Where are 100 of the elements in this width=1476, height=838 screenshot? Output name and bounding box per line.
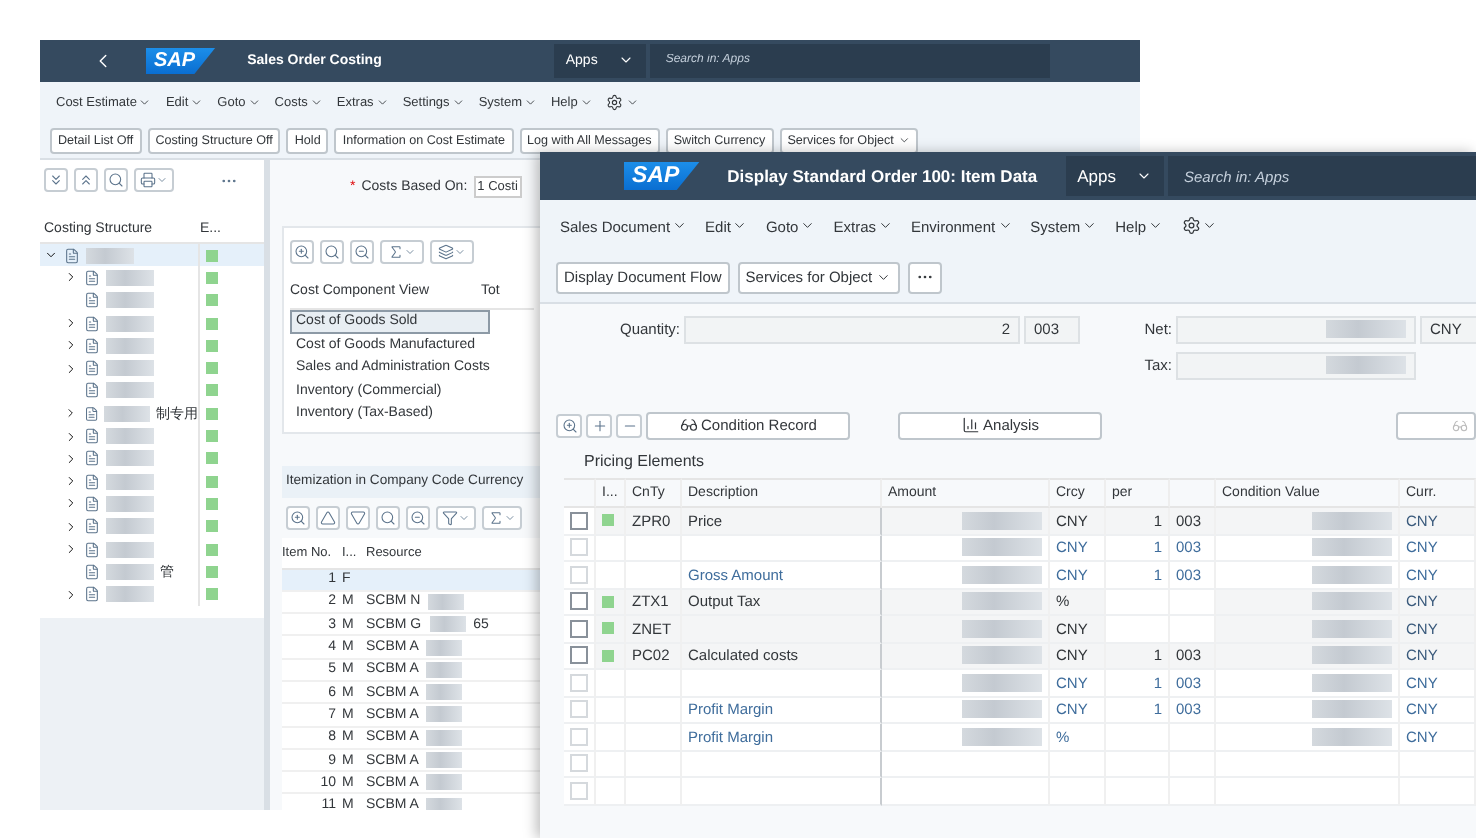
status-square [206, 294, 218, 307]
document-icon [84, 586, 100, 603]
blurred-value [426, 797, 463, 810]
settings-icon [606, 94, 624, 112]
caret-icon [309, 96, 323, 110]
caret-icon [579, 96, 593, 110]
caret-icon [1135, 168, 1152, 184]
tax-field[interactable] [1176, 351, 1416, 379]
status-square [206, 317, 218, 330]
row-checkbox[interactable] [570, 511, 588, 530]
sum-button[interactable] [482, 505, 522, 529]
caret-icon [138, 96, 152, 110]
blurred-value [106, 518, 154, 535]
layout-button[interactable] [430, 239, 474, 263]
status-square [206, 543, 218, 555]
search-button[interactable] [320, 239, 344, 263]
blurred-value [106, 428, 154, 445]
caret-icon [1082, 218, 1098, 234]
search-next-button[interactable] [350, 239, 374, 263]
search-button[interactable] [104, 168, 128, 192]
layers-icon [438, 243, 454, 259]
double-chevron-up-icon [78, 172, 94, 188]
document-icon [84, 450, 100, 467]
row-checkbox[interactable] [570, 646, 588, 665]
settings-menu[interactable] [606, 94, 639, 112]
toolbar-button[interactable] [1396, 411, 1476, 439]
document-icon [84, 495, 100, 512]
blurred-value [104, 405, 150, 422]
more-button[interactable] [907, 261, 942, 293]
plus-icon [591, 417, 607, 433]
sort-up-button[interactable] [316, 505, 340, 529]
blurred-value [106, 382, 154, 399]
document-icon [84, 541, 100, 557]
blurred-value [106, 360, 154, 377]
document-icon [83, 405, 99, 422]
caret-icon [800, 218, 816, 234]
tree-row[interactable] [40, 244, 264, 267]
sort-down-button[interactable] [346, 505, 370, 529]
document-icon [84, 518, 100, 535]
net-field[interactable] [1176, 315, 1416, 343]
caret-icon [504, 511, 516, 523]
blurred-value [962, 538, 1042, 557]
caret-icon [732, 218, 748, 234]
blurred-value [962, 673, 1042, 692]
status-square [206, 249, 218, 262]
blurred-value [962, 700, 1042, 719]
add-button[interactable] [586, 413, 612, 437]
caret-icon [156, 174, 168, 186]
caret-icon [190, 96, 204, 110]
document-icon [84, 315, 100, 332]
remove-button[interactable] [616, 413, 642, 437]
blurred-value [1312, 700, 1392, 719]
caret-icon [897, 134, 911, 148]
blurred-value [106, 315, 154, 332]
search-next-button[interactable] [406, 505, 430, 529]
blurred-value [1312, 646, 1392, 665]
search-icon [324, 243, 340, 259]
blurred-value [106, 450, 154, 467]
zoom-button[interactable] [286, 505, 310, 529]
glasses-icon [1452, 417, 1468, 433]
print-button[interactable] [134, 168, 174, 192]
sum-button[interactable] [380, 239, 424, 263]
zoom-button[interactable] [290, 239, 314, 263]
collapse-all-button[interactable] [74, 168, 98, 192]
zoom-button[interactable] [556, 413, 582, 437]
apps-dropdown[interactable]: Apps [1065, 156, 1164, 196]
document-icon [84, 382, 100, 399]
sigma-icon [388, 243, 404, 259]
row-checkbox[interactable] [570, 619, 588, 638]
triangle-down-icon [350, 509, 366, 525]
blurred-value [962, 592, 1042, 611]
status-square [206, 588, 218, 601]
expand-all-button[interactable] [44, 168, 68, 192]
search-icon [108, 172, 124, 188]
status-square [206, 407, 218, 420]
caret-icon [672, 218, 688, 234]
document-icon [84, 428, 100, 445]
row-checkbox[interactable] [570, 592, 588, 611]
caret-icon [876, 269, 892, 285]
blurred-value [1312, 619, 1392, 638]
double-chevron-down-icon [48, 172, 64, 188]
caret-icon [625, 96, 639, 110]
blurred-value [106, 495, 154, 512]
document-icon [64, 247, 80, 264]
caret-icon [458, 511, 470, 523]
status-square [206, 520, 218, 533]
status-square [206, 475, 218, 488]
caret-icon [523, 96, 537, 110]
blurred-value [426, 706, 463, 723]
blurred-value [1312, 565, 1392, 584]
search-button[interactable] [376, 505, 400, 529]
blurred-value [1312, 511, 1392, 530]
blurred-value [106, 337, 154, 354]
blurred-value [1326, 320, 1406, 338]
settings-menu[interactable] [1181, 216, 1218, 236]
filter-button[interactable] [436, 505, 476, 529]
zoom-in-icon [561, 417, 577, 433]
status-square [206, 339, 218, 352]
blurred-value [962, 727, 1042, 746]
bar-chart-icon [961, 416, 980, 434]
